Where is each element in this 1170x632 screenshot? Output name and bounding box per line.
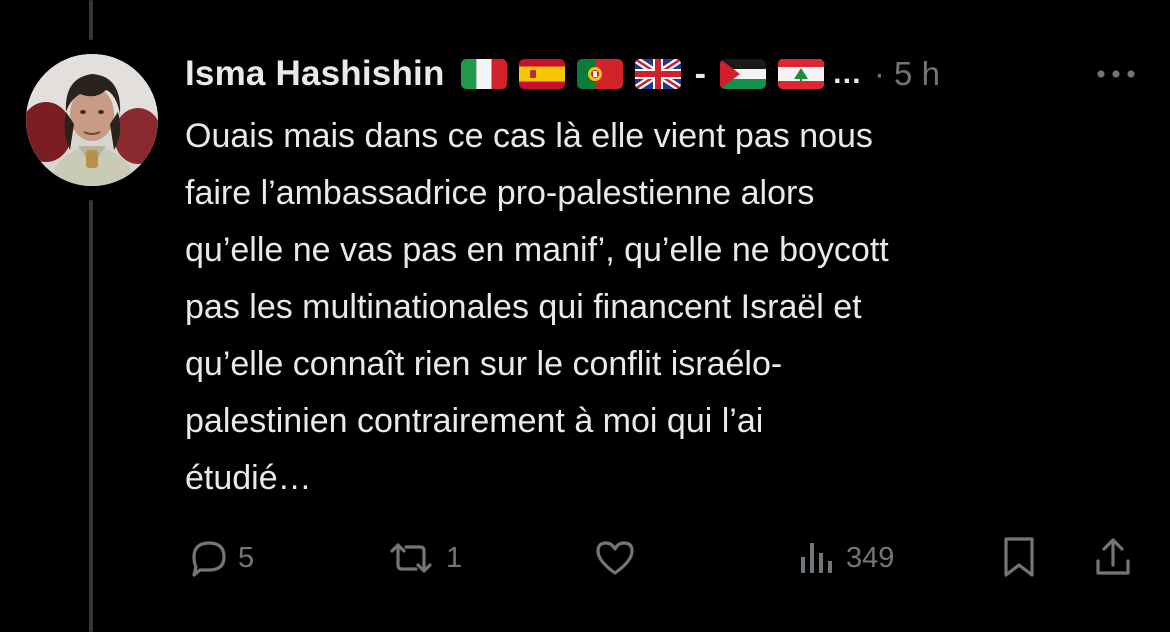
- header-truncation: …: [831, 57, 862, 90]
- flag-italy-icon: [460, 59, 507, 89]
- flag-portugal-icon: [576, 59, 623, 89]
- bookmark-icon: [1004, 537, 1034, 577]
- repost-button[interactable]: 1: [384, 530, 462, 586]
- tweet-text: Ouais mais dans ce cas là elle vient pas…: [185, 117, 889, 497]
- reply-count: 5: [238, 541, 255, 574]
- heart-icon: [596, 541, 634, 575]
- author-flags: - …: [460, 54, 862, 94]
- reply-button[interactable]: 5: [188, 530, 254, 586]
- share-icon: [1096, 538, 1130, 575]
- views-button[interactable]: 349: [798, 530, 894, 586]
- profile-photo-avatar: [26, 54, 158, 186]
- flags-separator: -: [694, 54, 706, 93]
- repost-icon: [390, 543, 432, 573]
- tweet-actions: 5 1 349: [0, 530, 1170, 586]
- repost-count: 1: [446, 541, 463, 574]
- bookmark-button[interactable]: [998, 530, 1040, 586]
- flag-uk-icon: [634, 59, 681, 89]
- reply-icon: [192, 541, 226, 577]
- view-count: 349: [846, 541, 895, 574]
- tweet-header: Isma Hashishin - … · 5 h: [185, 52, 940, 96]
- author-name[interactable]: Isma Hashishin: [185, 54, 445, 94]
- flag-palestine-icon: [719, 59, 766, 89]
- views-analytics-icon: [801, 543, 832, 573]
- flag-lebanon-icon: [777, 59, 824, 89]
- more-options-icon[interactable]: [1094, 60, 1138, 88]
- like-button[interactable]: [592, 530, 646, 586]
- thread-line-top: [89, 0, 93, 40]
- avatar[interactable]: [26, 54, 158, 186]
- share-button[interactable]: [1092, 530, 1134, 586]
- tweet-timestamp[interactable]: · 5 h: [874, 55, 940, 93]
- flag-spain-icon: [518, 59, 565, 89]
